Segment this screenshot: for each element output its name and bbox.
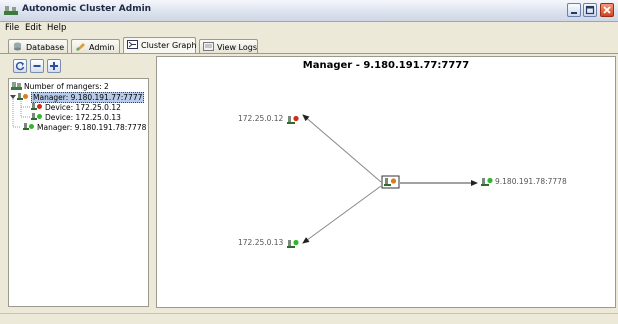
tab-bar: Database Admin Cluster Graph View Logs <box>0 37 618 54</box>
minimize-icon <box>571 12 577 14</box>
expander-icon <box>10 95 16 99</box>
tab-label: Database <box>26 43 65 52</box>
database-icon <box>14 42 21 51</box>
tree-expander[interactable] <box>10 93 16 99</box>
manager-status-icon <box>17 93 29 101</box>
tree-node-label: Device: 172.25.0.13 <box>45 113 121 122</box>
manager-node-7778[interactable] <box>481 177 493 186</box>
tree-node-device-13[interactable]: Device: 172.25.0.13 <box>31 113 121 122</box>
tree-node-label: Manager: 9.180.191.78:7778 <box>37 123 147 132</box>
refresh-button[interactable] <box>13 59 27 73</box>
device-13-label: 172.25.0.13 <box>238 238 284 247</box>
collapse-button[interactable] <box>30 59 44 73</box>
tree-node-manager-7777[interactable]: Manager: 9.180.191.77:7777 <box>17 92 145 103</box>
maximize-icon <box>585 5 595 15</box>
tab-label: Admin <box>89 43 115 52</box>
device-node-12[interactable] <box>287 115 299 124</box>
tree-node-manager-7778[interactable]: Manager: 9.180.191.78:7778 <box>23 123 146 132</box>
manager-node-center[interactable] <box>381 175 400 189</box>
admin-icon <box>76 43 85 51</box>
tree-node-device-12[interactable]: Device: 172.25.0.12 <box>31 103 121 112</box>
expand-button[interactable] <box>47 59 61 73</box>
tab-label: View Logs <box>217 43 257 52</box>
tab-admin[interactable]: Admin <box>71 39 120 53</box>
split-divider[interactable] <box>151 55 155 312</box>
app-icon <box>4 6 18 15</box>
window-title: Autonomic Cluster Admin <box>22 4 152 14</box>
edge-to-device-13 <box>302 185 382 244</box>
tab-view-logs[interactable]: View Logs <box>199 39 258 53</box>
status-bar <box>0 313 618 324</box>
minus-icon <box>33 65 41 67</box>
cluster-graph-icon <box>127 40 138 49</box>
tab-database[interactable]: Database <box>8 39 68 53</box>
logs-icon <box>203 42 214 51</box>
menu-edit[interactable]: Edit <box>25 23 41 33</box>
tab-underline <box>0 53 618 54</box>
menu-bar: File Edit Help <box>0 22 618 36</box>
tree-node-label: Manager: 9.180.191.77:7777 <box>31 92 145 103</box>
tab-label: Cluster Graph <box>141 41 197 50</box>
maximize-button[interactable] <box>583 3 597 17</box>
expand-icon <box>50 62 58 70</box>
menu-file[interactable]: File <box>5 23 19 33</box>
device-status-icon <box>31 103 43 111</box>
refresh-icon <box>15 61 25 71</box>
close-icon <box>603 6 611 14</box>
edge-to-device-12 <box>302 114 382 183</box>
menu-help[interactable]: Help <box>47 23 66 33</box>
manager-tree[interactable]: Number of mangers: 2 Manager: 9.180.191.… <box>8 78 149 307</box>
tree-node-label: Device: 172.25.0.12 <box>45 103 121 112</box>
device-status-icon <box>31 113 43 121</box>
device-12-label: 172.25.0.12 <box>238 114 284 123</box>
minimize-button[interactable] <box>567 3 581 17</box>
tab-cluster-graph[interactable]: Cluster Graph <box>123 37 196 53</box>
manager-7778-label: 9.180.191.78:7778 <box>495 177 567 186</box>
manager-status-icon <box>23 123 35 131</box>
title-bar: Autonomic Cluster Admin <box>0 0 618 22</box>
device-node-13[interactable] <box>287 239 299 248</box>
close-button[interactable] <box>600 3 614 17</box>
